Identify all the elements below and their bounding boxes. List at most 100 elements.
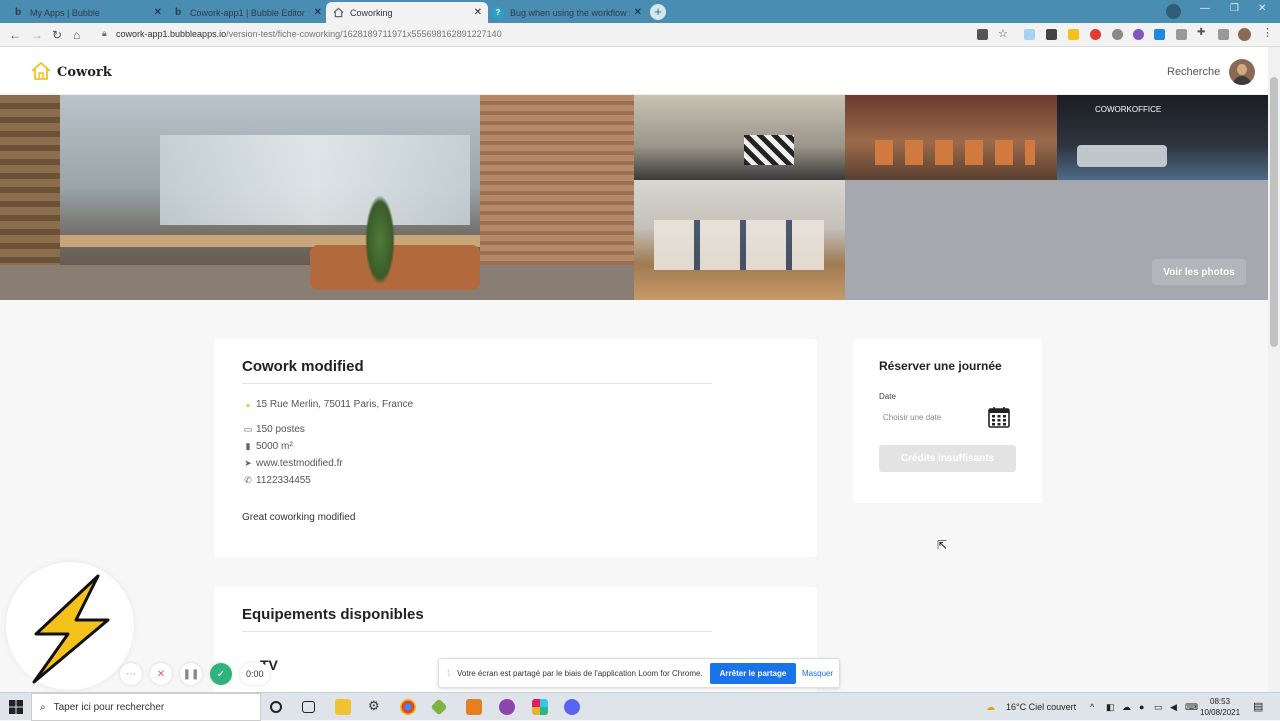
insufficient-credits-button[interactable]: Crédits insuffisants bbox=[879, 445, 1016, 472]
tab-close-icon[interactable]: ✕ bbox=[634, 7, 642, 18]
tab-title: Bug when using the workflow se bbox=[510, 7, 630, 18]
settings-gear-icon[interactable]: ⚙ bbox=[368, 698, 384, 714]
loom-cancel-icon[interactable]: ✕ bbox=[150, 663, 172, 685]
user-avatar[interactable] bbox=[1229, 59, 1255, 85]
photo-thumb[interactable] bbox=[845, 95, 1057, 180]
tab-my-apps[interactable]: b My Apps | Bubble ✕ bbox=[6, 2, 168, 23]
profile-avatar-icon[interactable] bbox=[1238, 28, 1251, 41]
lightning-bolt-icon bbox=[32, 574, 110, 684]
extension-icon[interactable] bbox=[1046, 29, 1057, 40]
extension-icon[interactable] bbox=[1133, 29, 1144, 40]
calendar-icon[interactable] bbox=[987, 405, 1011, 429]
coworking-description: Great coworking modified bbox=[242, 512, 356, 523]
onedrive-icon[interactable]: ☁ bbox=[1122, 702, 1131, 713]
scroll-thumb[interactable] bbox=[1270, 77, 1278, 347]
logo-house-icon[interactable] bbox=[30, 60, 52, 82]
profile-dropdown-icon[interactable] bbox=[1166, 4, 1181, 19]
tab-close-icon[interactable]: ✕ bbox=[474, 7, 482, 18]
website-link[interactable]: www.testmodified.fr bbox=[256, 458, 343, 469]
address-row: ● 15 Rue Merlin, 75011 Paris, France bbox=[242, 399, 413, 410]
keyboard-icon[interactable]: ⌨ bbox=[1185, 702, 1198, 713]
windows-start-icon[interactable] bbox=[9, 700, 23, 714]
divider bbox=[242, 383, 712, 384]
network-icon[interactable]: ▭ bbox=[1154, 702, 1163, 713]
app-icon[interactable] bbox=[430, 698, 448, 716]
photo-detail bbox=[160, 135, 470, 225]
notifications-icon[interactable]: ▤ bbox=[1253, 700, 1263, 713]
task-view-icon[interactable] bbox=[302, 701, 315, 713]
extension-icon[interactable] bbox=[1176, 29, 1187, 40]
chrome-icon[interactable] bbox=[400, 699, 416, 715]
seats-row: ▭ 150 postes bbox=[242, 424, 305, 435]
forward-icon[interactable]: → bbox=[31, 28, 43, 42]
weather-text[interactable]: 16°C Ciel couvert bbox=[1006, 702, 1076, 712]
search-icon: ⌕ bbox=[40, 701, 46, 713]
tab-close-icon[interactable]: ✕ bbox=[314, 7, 322, 18]
date-label: Date bbox=[879, 392, 896, 401]
app-icon[interactable] bbox=[499, 699, 515, 715]
coworking-name: Cowork modified bbox=[242, 358, 364, 375]
loom-camera-bubble[interactable] bbox=[6, 562, 134, 690]
mouse-cursor-icon: ⇱ bbox=[937, 538, 948, 552]
camera-icon[interactable] bbox=[977, 29, 988, 40]
tray-icon[interactable]: ◧ bbox=[1106, 702, 1115, 713]
back-icon[interactable]: ← bbox=[9, 28, 21, 42]
adblock-icon[interactable] bbox=[1090, 29, 1101, 40]
maximize-icon[interactable]: ❐ bbox=[1230, 3, 1239, 14]
loom-more-icon[interactable]: ⋯ bbox=[120, 663, 142, 685]
xampp-icon[interactable] bbox=[466, 699, 482, 715]
file-explorer-icon[interactable] bbox=[335, 699, 351, 715]
page-viewport: Cowork Recherche COWORKOFFICE Voir les p… bbox=[0, 47, 1268, 692]
photo-gallery[interactable]: COWORKOFFICE Voir les photos bbox=[0, 95, 1268, 300]
stop-sharing-button[interactable]: Arrêter le partage bbox=[710, 663, 796, 684]
system-clock[interactable]: 08:53 10/08/2021 bbox=[1200, 696, 1240, 718]
home-icon[interactable]: ⌂ bbox=[73, 28, 80, 42]
url-field[interactable]: cowork-app1.bubbleapps.io/version-test/f… bbox=[116, 29, 502, 39]
extension-icon[interactable] bbox=[1112, 29, 1123, 40]
cortana-icon[interactable] bbox=[270, 701, 282, 713]
extension-icon[interactable] bbox=[1068, 29, 1079, 40]
microphone-icon[interactable]: ● bbox=[1139, 702, 1144, 712]
tab-close-icon[interactable]: ✕ bbox=[154, 7, 162, 18]
bookmark-star-icon[interactable]: ☆ bbox=[998, 27, 1009, 40]
browser-tabbar: b My Apps | Bubble ✕ b Cowork-app1 | Bub… bbox=[0, 0, 1280, 23]
photo-thumb[interactable]: COWORKOFFICE bbox=[1057, 95, 1268, 180]
seats-text: 150 postes bbox=[256, 424, 305, 435]
drag-handle-icon[interactable]: ⁞ bbox=[447, 668, 450, 678]
extension-icon[interactable] bbox=[1024, 29, 1035, 40]
loom-finish-icon[interactable]: ✓ bbox=[210, 663, 232, 685]
search-link[interactable]: Recherche bbox=[1167, 66, 1220, 78]
volume-icon[interactable]: ◀ bbox=[1170, 702, 1177, 713]
see-photos-button[interactable]: Voir les photos bbox=[1152, 259, 1246, 285]
puzzle-icon[interactable]: ✚ bbox=[1197, 27, 1208, 38]
url-path: /version-test/fiche-coworking/1628189711… bbox=[226, 29, 502, 39]
window-close-icon[interactable]: ✕ bbox=[1258, 3, 1266, 14]
home-favicon-icon bbox=[332, 7, 344, 19]
lock-icon[interactable]: 🔒︎ bbox=[102, 28, 107, 39]
tab-coworking[interactable]: Coworking ✕ bbox=[326, 2, 488, 23]
loom-pause-icon[interactable]: ❚❚ bbox=[180, 663, 202, 685]
minimize-icon[interactable]: — bbox=[1200, 3, 1210, 14]
reload-icon[interactable]: ↻ bbox=[52, 28, 62, 42]
menu-dots-icon[interactable]: ⋮ bbox=[1262, 26, 1273, 39]
brand-name[interactable]: Cowork bbox=[57, 65, 112, 80]
photo-main[interactable] bbox=[0, 95, 634, 300]
photo-thumb[interactable] bbox=[634, 180, 845, 300]
tab-bug-forum[interactable]: ? Bug when using the workflow se ✕ bbox=[486, 2, 648, 23]
extension-icon[interactable] bbox=[1154, 29, 1165, 40]
date-picker-input[interactable]: Choisir une date bbox=[879, 409, 989, 427]
taskbar-search-input[interactable]: ⌕ Taper ici pour rechercher bbox=[31, 693, 261, 721]
slack-icon[interactable] bbox=[532, 699, 548, 715]
extension-icon[interactable] bbox=[1218, 29, 1229, 40]
photo-thumb[interactable] bbox=[634, 95, 845, 180]
page-scrollbar[interactable] bbox=[1268, 47, 1280, 692]
phone-row: ✆ 1122334455 bbox=[242, 475, 311, 486]
tab-bubble-editor[interactable]: b Cowork-app1 | Bubble Editor ✕ bbox=[166, 2, 328, 23]
loom-timer: 0:00 bbox=[240, 663, 270, 685]
hide-button[interactable]: Masquer bbox=[802, 669, 833, 678]
discord-icon[interactable] bbox=[564, 699, 580, 715]
photo-detail bbox=[1077, 145, 1167, 167]
building-icon: ▮ bbox=[245, 441, 251, 451]
tray-chevron-icon[interactable]: ^ bbox=[1090, 702, 1094, 712]
new-tab-button[interactable]: + bbox=[650, 4, 666, 20]
